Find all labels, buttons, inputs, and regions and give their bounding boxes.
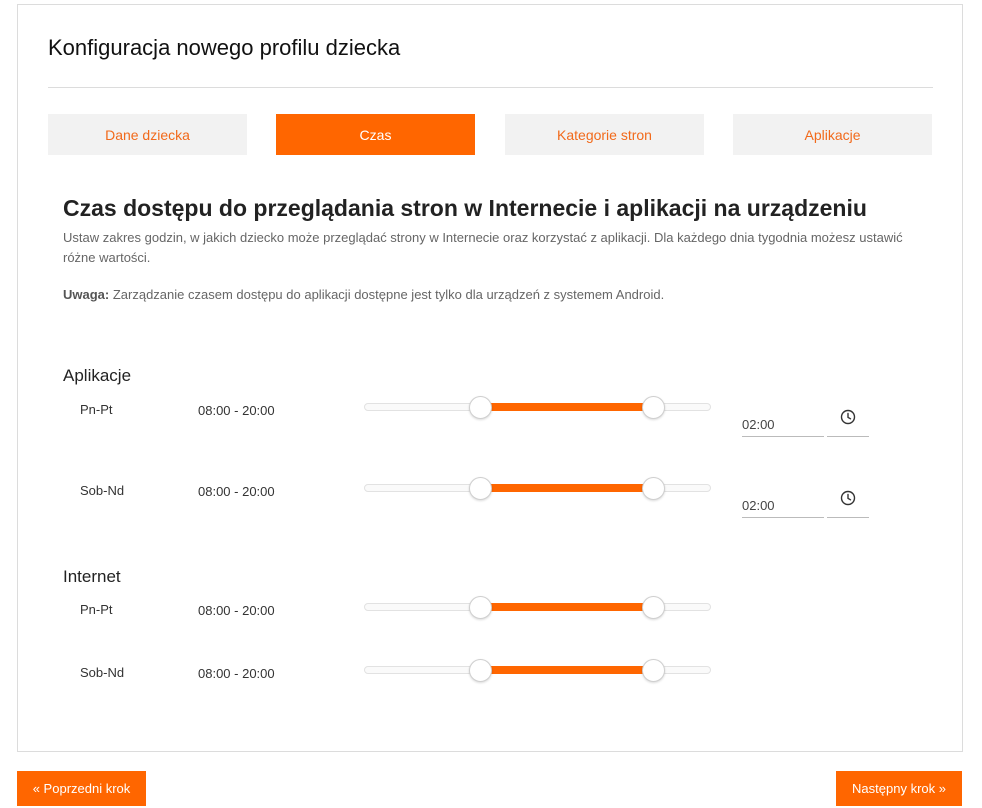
slider-end-handle[interactable]: [642, 396, 666, 419]
slider-end-handle[interactable]: [642, 596, 666, 619]
internet-row-day: Sob-Nd: [80, 665, 125, 680]
slider-fill: [479, 403, 654, 411]
apps-row-range: 08:00 - 20:00: [198, 403, 275, 418]
slider-start-handle[interactable]: [468, 659, 492, 682]
section-note: Uwaga: Zarządzanie czasem dostępu do apl…: [63, 287, 664, 302]
internet-weekday-range-slider[interactable]: [364, 596, 711, 619]
internet-row-range: 08:00 - 20:00: [198, 666, 275, 681]
tab-aplikacje[interactable]: Aplikacje: [733, 114, 932, 155]
apps-weekend-range-slider[interactable]: [364, 477, 711, 500]
internet-weekend-range-slider[interactable]: [364, 659, 711, 682]
page-title: Konfiguracja nowego profilu dziecka: [48, 35, 401, 60]
clock-icon: [840, 409, 856, 430]
title-divider: [48, 87, 933, 88]
profile-config-card: Konfiguracja nowego profilu dziecka Dane…: [17, 4, 963, 752]
apps-group-title: Aplikacje: [63, 366, 132, 385]
slider-start-handle[interactable]: [468, 596, 492, 619]
previous-step-button[interactable]: « Poprzedni krok: [17, 771, 146, 806]
section-heading: Czas dostępu do przeglądania stron w Int…: [63, 195, 867, 221]
slider-fill: [479, 603, 654, 611]
step-tabs: Dane dziecka Czas Kategorie stron Aplika…: [48, 114, 933, 155]
slider-fill: [479, 484, 654, 492]
internet-row-day: Pn-Pt: [80, 602, 113, 617]
next-step-button[interactable]: Następny krok »: [836, 771, 962, 806]
apps-weekday-limit-input[interactable]: [742, 405, 824, 437]
section-description: Ustaw zakres godzin, w jakich dziecko mo…: [63, 230, 903, 265]
slider-start-handle[interactable]: [468, 396, 492, 419]
apps-weekend-limit-input[interactable]: [742, 486, 824, 518]
apps-row-day: Pn-Pt: [80, 402, 113, 417]
internet-group-title: Internet: [63, 567, 121, 586]
apps-weekday-time-picker-button[interactable]: [827, 405, 869, 437]
slider-start-handle[interactable]: [468, 477, 492, 500]
apps-weekend-time-picker-button[interactable]: [827, 486, 869, 518]
apps-row-range: 08:00 - 20:00: [198, 484, 275, 499]
slider-end-handle[interactable]: [642, 477, 666, 500]
slider-end-handle[interactable]: [642, 659, 666, 682]
apps-weekday-range-slider[interactable]: [364, 396, 711, 419]
note-label: Uwaga:: [63, 287, 110, 302]
tab-czas[interactable]: Czas: [276, 114, 475, 155]
clock-icon: [840, 490, 856, 511]
note-text: Zarządzanie czasem dostępu do aplikacji …: [109, 287, 665, 302]
apps-row-day: Sob-Nd: [80, 483, 125, 498]
tab-dane-dziecka[interactable]: Dane dziecka: [48, 114, 247, 155]
slider-fill: [479, 666, 654, 674]
tab-kategorie-stron[interactable]: Kategorie stron: [505, 114, 704, 155]
internet-row-range: 08:00 - 20:00: [198, 603, 275, 618]
